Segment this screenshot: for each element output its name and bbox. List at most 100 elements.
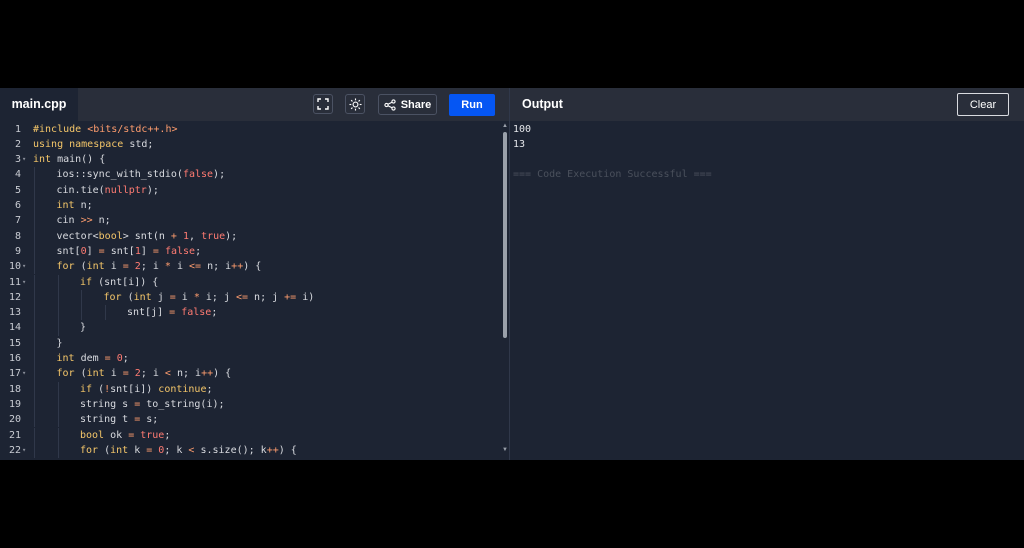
code-token: for xyxy=(56,261,75,273)
code-token: int xyxy=(33,154,52,166)
fold-arrow-icon[interactable]: ▾ xyxy=(22,152,26,167)
share-icon xyxy=(384,98,396,111)
code-token: } xyxy=(56,337,63,349)
line-number: 14 xyxy=(8,322,21,334)
code-editor[interactable]: 1 #include <bits/stdc++.h> 2 using namespac… xyxy=(0,121,509,460)
code-line[interactable]: 17 ▾ for (int i = 2; i < n; i++) { xyxy=(0,366,509,382)
code-token: , xyxy=(189,230,202,242)
indent-guide xyxy=(57,274,59,290)
code-token: ; i xyxy=(140,368,165,380)
line-number: 4 xyxy=(14,169,21,181)
line-number: 21 xyxy=(8,429,21,441)
code-token: nullptr xyxy=(104,184,147,196)
code-token: j xyxy=(151,291,170,303)
indent-guide xyxy=(57,396,59,413)
indent-guide xyxy=(34,366,35,382)
clear-button[interactable]: Clear xyxy=(957,93,1009,116)
indent-guide xyxy=(81,289,82,306)
code-text: #include <bits/stdc++.h> xyxy=(33,122,178,137)
code-line[interactable]: 10 ▾ for (int i = 2; i * i <= n; i++) { xyxy=(0,259,509,275)
fold-arrow-icon[interactable]: ▾ xyxy=(22,366,26,381)
code-line[interactable]: 5 cin.tie(nullptr); xyxy=(0,182,509,198)
run-button[interactable]: Run xyxy=(449,94,495,116)
code-text: int main() { xyxy=(33,152,105,167)
fold-arrow-icon[interactable]: ▾ xyxy=(22,443,26,458)
code-text: string s = to_string(i); xyxy=(80,397,225,412)
code-line[interactable]: 11 ▾ if (snt[i]) { xyxy=(0,274,509,290)
code-line[interactable]: 4 ios::sync_with_stdio(false); xyxy=(0,167,509,183)
line-number: 5 xyxy=(14,184,21,196)
code-line[interactable]: 16 int dem = 0; xyxy=(0,351,509,367)
line-number: 2 xyxy=(14,138,21,150)
code-line[interactable]: 18 if (!snt[i]) continue; xyxy=(0,381,509,397)
code-text: snt[0] = snt[1] = false; xyxy=(57,244,202,259)
indent-guide xyxy=(57,381,59,397)
code-token: ok xyxy=(104,429,129,441)
code-token: ) { xyxy=(243,261,262,273)
code-token: ; xyxy=(206,383,213,395)
code-token: ) { xyxy=(213,368,232,380)
indent-guide xyxy=(34,396,35,413)
code-token: ; xyxy=(211,307,218,319)
indent-guide xyxy=(34,412,35,428)
editor-pane: main.cpp Share Run 1 #include <bits/stdc… xyxy=(0,88,509,460)
code-line[interactable]: 19 string s = to_string(i); xyxy=(0,396,509,413)
code-text: for (int i = 2; i * i <= n; i++) { xyxy=(57,259,262,274)
code-text: for (int j = i * i; j <= n; j += i) xyxy=(104,290,315,305)
editor-toolbar: main.cpp Share Run xyxy=(0,88,509,121)
code-text: for (int k = 0; k < s.size(); k++) { xyxy=(80,443,297,458)
execution-status: === Code Execution Successful === xyxy=(513,169,712,180)
code-text: string t = s; xyxy=(80,412,158,427)
expand-icon xyxy=(317,98,329,110)
code-token: <= xyxy=(235,291,249,303)
code-line[interactable]: 6 int n; xyxy=(0,198,509,214)
code-token: ( xyxy=(121,291,134,303)
theme-toggle-button[interactable] xyxy=(345,94,365,114)
code-token: snt[j] xyxy=(127,307,170,319)
scroll-up-arrow-icon[interactable]: ▲ xyxy=(502,123,508,129)
code-line[interactable]: 13 snt[j] = false; xyxy=(0,305,509,321)
indent-guide xyxy=(57,320,59,336)
code-token: i) xyxy=(296,291,315,303)
file-tab[interactable]: main.cpp xyxy=(0,88,78,121)
line-number: 12 xyxy=(8,291,21,303)
line-number: 8 xyxy=(14,230,21,242)
code-line[interactable]: 14} xyxy=(0,320,509,336)
code-token: cin xyxy=(56,215,81,227)
code-token: ] xyxy=(140,245,153,257)
indent-guide xyxy=(34,259,35,275)
code-text: using namespace std; xyxy=(33,137,153,152)
fullscreen-button[interactable] xyxy=(313,94,333,114)
indent-guide xyxy=(34,243,35,260)
output-line: 100 xyxy=(513,124,532,135)
fold-arrow-icon[interactable]: ▾ xyxy=(22,259,26,274)
line-number: 13 xyxy=(8,307,21,319)
code-text: bool ok = true; xyxy=(80,428,170,443)
code-line[interactable]: 21 bool ok = true; xyxy=(0,427,509,443)
code-line[interactable]: 7 cin >> n; xyxy=(0,213,509,229)
code-token: for xyxy=(103,291,122,303)
code-line[interactable]: 9 snt[0] = snt[1] = false; xyxy=(0,243,509,260)
output-pane: Output Clear 100 13 === Code Execution S… xyxy=(510,88,1024,460)
code-line[interactable]: 15} xyxy=(0,335,509,351)
code-token: ( xyxy=(92,383,105,395)
code-line[interactable]: 1 #include <bits/stdc++.h> xyxy=(0,122,509,137)
scroll-down-arrow-icon[interactable]: ▼ xyxy=(502,447,508,453)
code-text: int dem = 0; xyxy=(57,351,129,366)
code-line[interactable]: 20 string t = s; xyxy=(0,412,509,428)
code-token: bool xyxy=(80,429,105,441)
code-line[interactable]: 3 ▾ int main() { xyxy=(0,152,509,167)
indent-guide xyxy=(34,351,35,367)
code-text: ios::sync_with_stdio(false); xyxy=(57,167,226,182)
code-line[interactable]: 12 for (int j = i * i; j <= n; j += i) xyxy=(0,289,509,306)
code-token: ( xyxy=(74,368,87,380)
line-number: 9 xyxy=(14,245,21,257)
code-token: n; xyxy=(74,200,93,211)
code-line[interactable]: 2 using namespace std; xyxy=(0,137,509,152)
share-label: Share xyxy=(400,98,432,111)
fold-arrow-icon[interactable]: ▾ xyxy=(22,275,26,290)
code-line[interactable]: 8 vector<bool> snt(n + 1, true); xyxy=(0,228,509,244)
editor-scrollbar-thumb[interactable] xyxy=(503,132,507,338)
share-button[interactable]: Share xyxy=(378,94,437,115)
code-line[interactable]: 22 ▾ for (int k = 0; k < s.size(); k++) { xyxy=(0,442,509,459)
